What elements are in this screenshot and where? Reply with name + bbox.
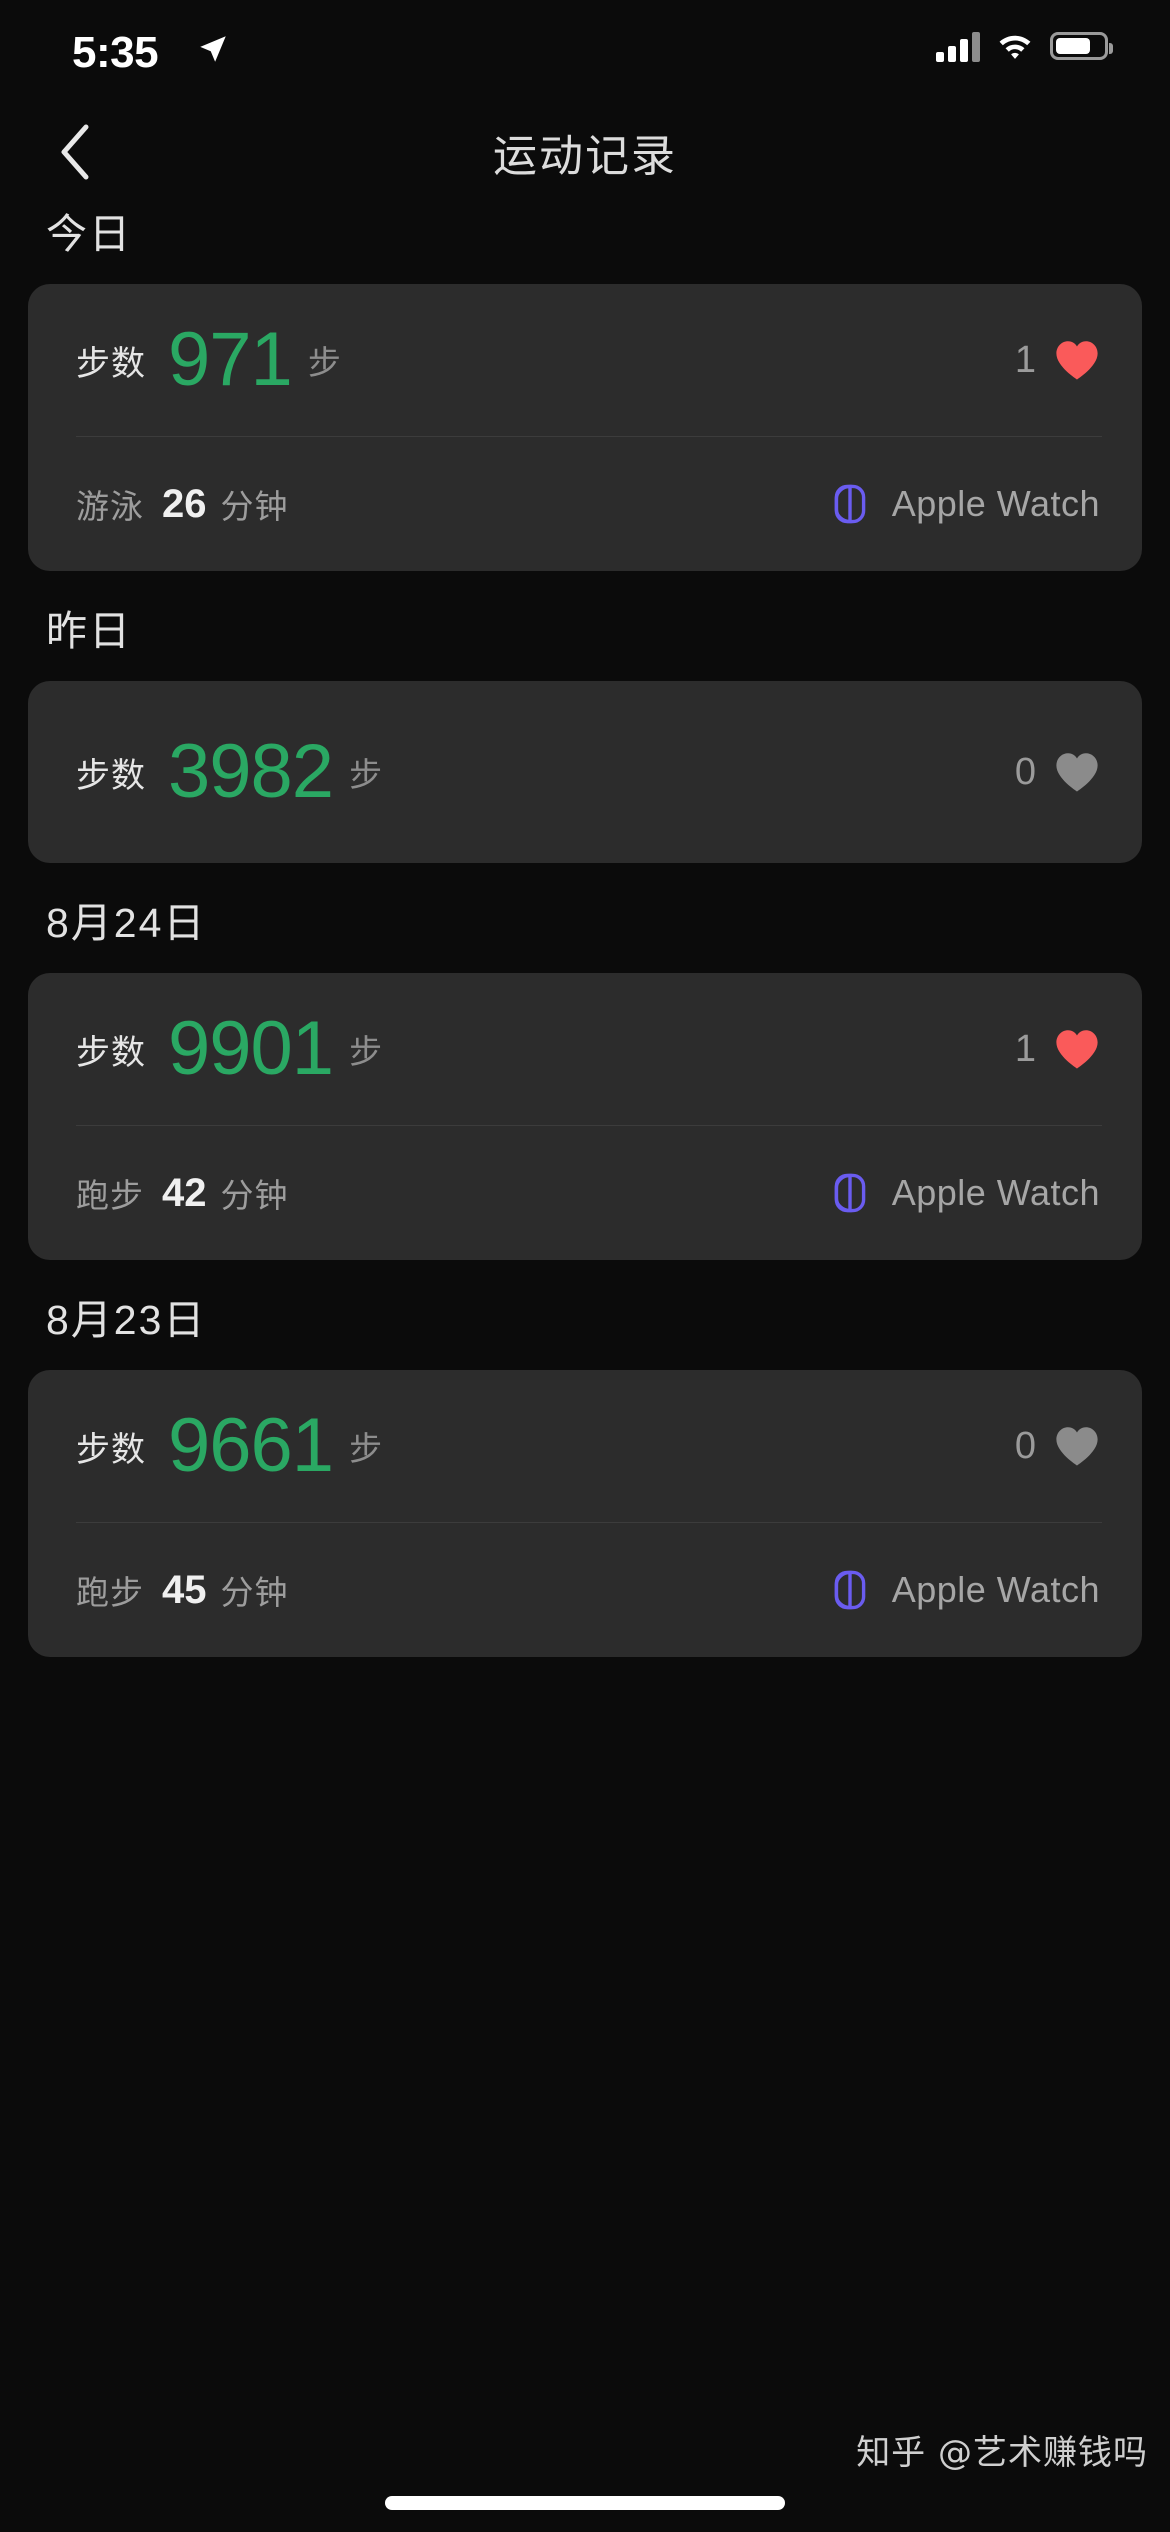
activity-unit: 分钟 [220,1574,289,1611]
like-count: 1 [1014,1027,1036,1070]
activity-duration: 45 [162,1567,207,1612]
activity-duration: 26 [162,481,207,526]
record-card-aug24[interactable]: 步数 9901 步 1 跑步 42 分钟 Apple Watch [28,973,1142,1260]
like-count: 1 [1014,338,1036,381]
activity-type: 跑步 [76,1574,144,1611]
watermark: 知乎 @艺术赚钱吗 [856,2433,1148,2473]
steps-row[interactable]: 步数 9901 步 1 [28,973,1142,1125]
steps-value: 9901 [168,1006,334,1091]
section-header-aug24: 8月24日 [46,900,207,946]
source-name: Apple Watch [891,1569,1100,1610]
apple-watch-icon [834,1173,866,1213]
app-screen: 5:35 运动记录 今日 步数 971 步 1 游泳 26 分钟 Apple W… [0,0,1170,2532]
like-group[interactable]: 1 [1015,339,1100,382]
battery-icon [1050,32,1113,60]
source-name: Apple Watch [891,1172,1100,1213]
heart-icon[interactable] [1054,751,1100,793]
steps-unit: 步 [307,344,342,381]
steps-row[interactable]: 步数 3982 步 0 [28,681,1142,863]
like-count: 0 [1014,750,1036,793]
record-card-aug23[interactable]: 步数 9661 步 0 跑步 45 分钟 Apple Watch [28,1370,1142,1657]
activity-row[interactable]: 跑步 45 分钟 Apple Watch [28,1523,1142,1657]
status-bar-indicators [936,30,1113,62]
steps-label: 步数 [76,1033,146,1072]
source-name: Apple Watch [891,483,1100,524]
status-bar-time: 5:35 [72,28,159,77]
activity-type: 跑步 [76,1177,144,1214]
activity-row[interactable]: 游泳 26 分钟 Apple Watch [28,437,1142,571]
apple-watch-icon [834,484,866,524]
steps-unit: 步 [349,1033,384,1070]
cellular-signal-icon [936,30,980,62]
activity-type: 游泳 [76,488,144,525]
steps-value: 3982 [168,729,334,814]
section-header-today: 今日 [46,211,132,257]
navigation-bar: 运动记录 [0,104,1170,200]
apple-watch-icon [834,1570,866,1610]
like-group[interactable]: 0 [1015,751,1100,794]
like-group[interactable]: 1 [1015,1028,1100,1071]
like-count: 0 [1014,1424,1036,1467]
record-card-today[interactable]: 步数 971 步 1 游泳 26 分钟 Apple Watch [28,284,1142,571]
activity-duration: 42 [162,1170,207,1215]
location-arrow-icon [200,36,226,62]
source-group: Apple Watch [830,480,1100,528]
heart-icon[interactable] [1054,1425,1100,1467]
steps-label: 步数 [76,756,146,795]
activity-unit: 分钟 [220,488,289,525]
wifi-icon [999,35,1031,59]
steps-label: 步数 [76,344,146,383]
heart-icon[interactable] [1054,1028,1100,1070]
heart-icon[interactable] [1054,339,1100,381]
source-group: Apple Watch [830,1566,1100,1614]
source-group: Apple Watch [830,1169,1100,1217]
activity-unit: 分钟 [220,1177,289,1214]
page-title: 运动记录 [493,132,677,181]
home-indicator[interactable] [385,2496,785,2510]
steps-row[interactable]: 步数 971 步 1 [28,284,1142,436]
steps-unit: 步 [349,1430,384,1467]
steps-unit: 步 [349,756,384,793]
steps-value: 971 [168,317,293,402]
records-list[interactable]: 今日 步数 971 步 1 游泳 26 分钟 Apple Watch 昨日 步数… [0,200,1170,2532]
steps-value: 9661 [168,1403,334,1488]
activity-row[interactable]: 跑步 42 分钟 Apple Watch [28,1126,1142,1260]
section-header-yesterday: 昨日 [46,608,132,654]
status-bar: 5:35 [0,0,1170,104]
section-header-aug23: 8月23日 [46,1297,207,1343]
steps-row[interactable]: 步数 9661 步 0 [28,1370,1142,1522]
like-group[interactable]: 0 [1015,1425,1100,1468]
steps-label: 步数 [76,1430,146,1469]
record-card-yesterday[interactable]: 步数 3982 步 0 [28,681,1142,863]
